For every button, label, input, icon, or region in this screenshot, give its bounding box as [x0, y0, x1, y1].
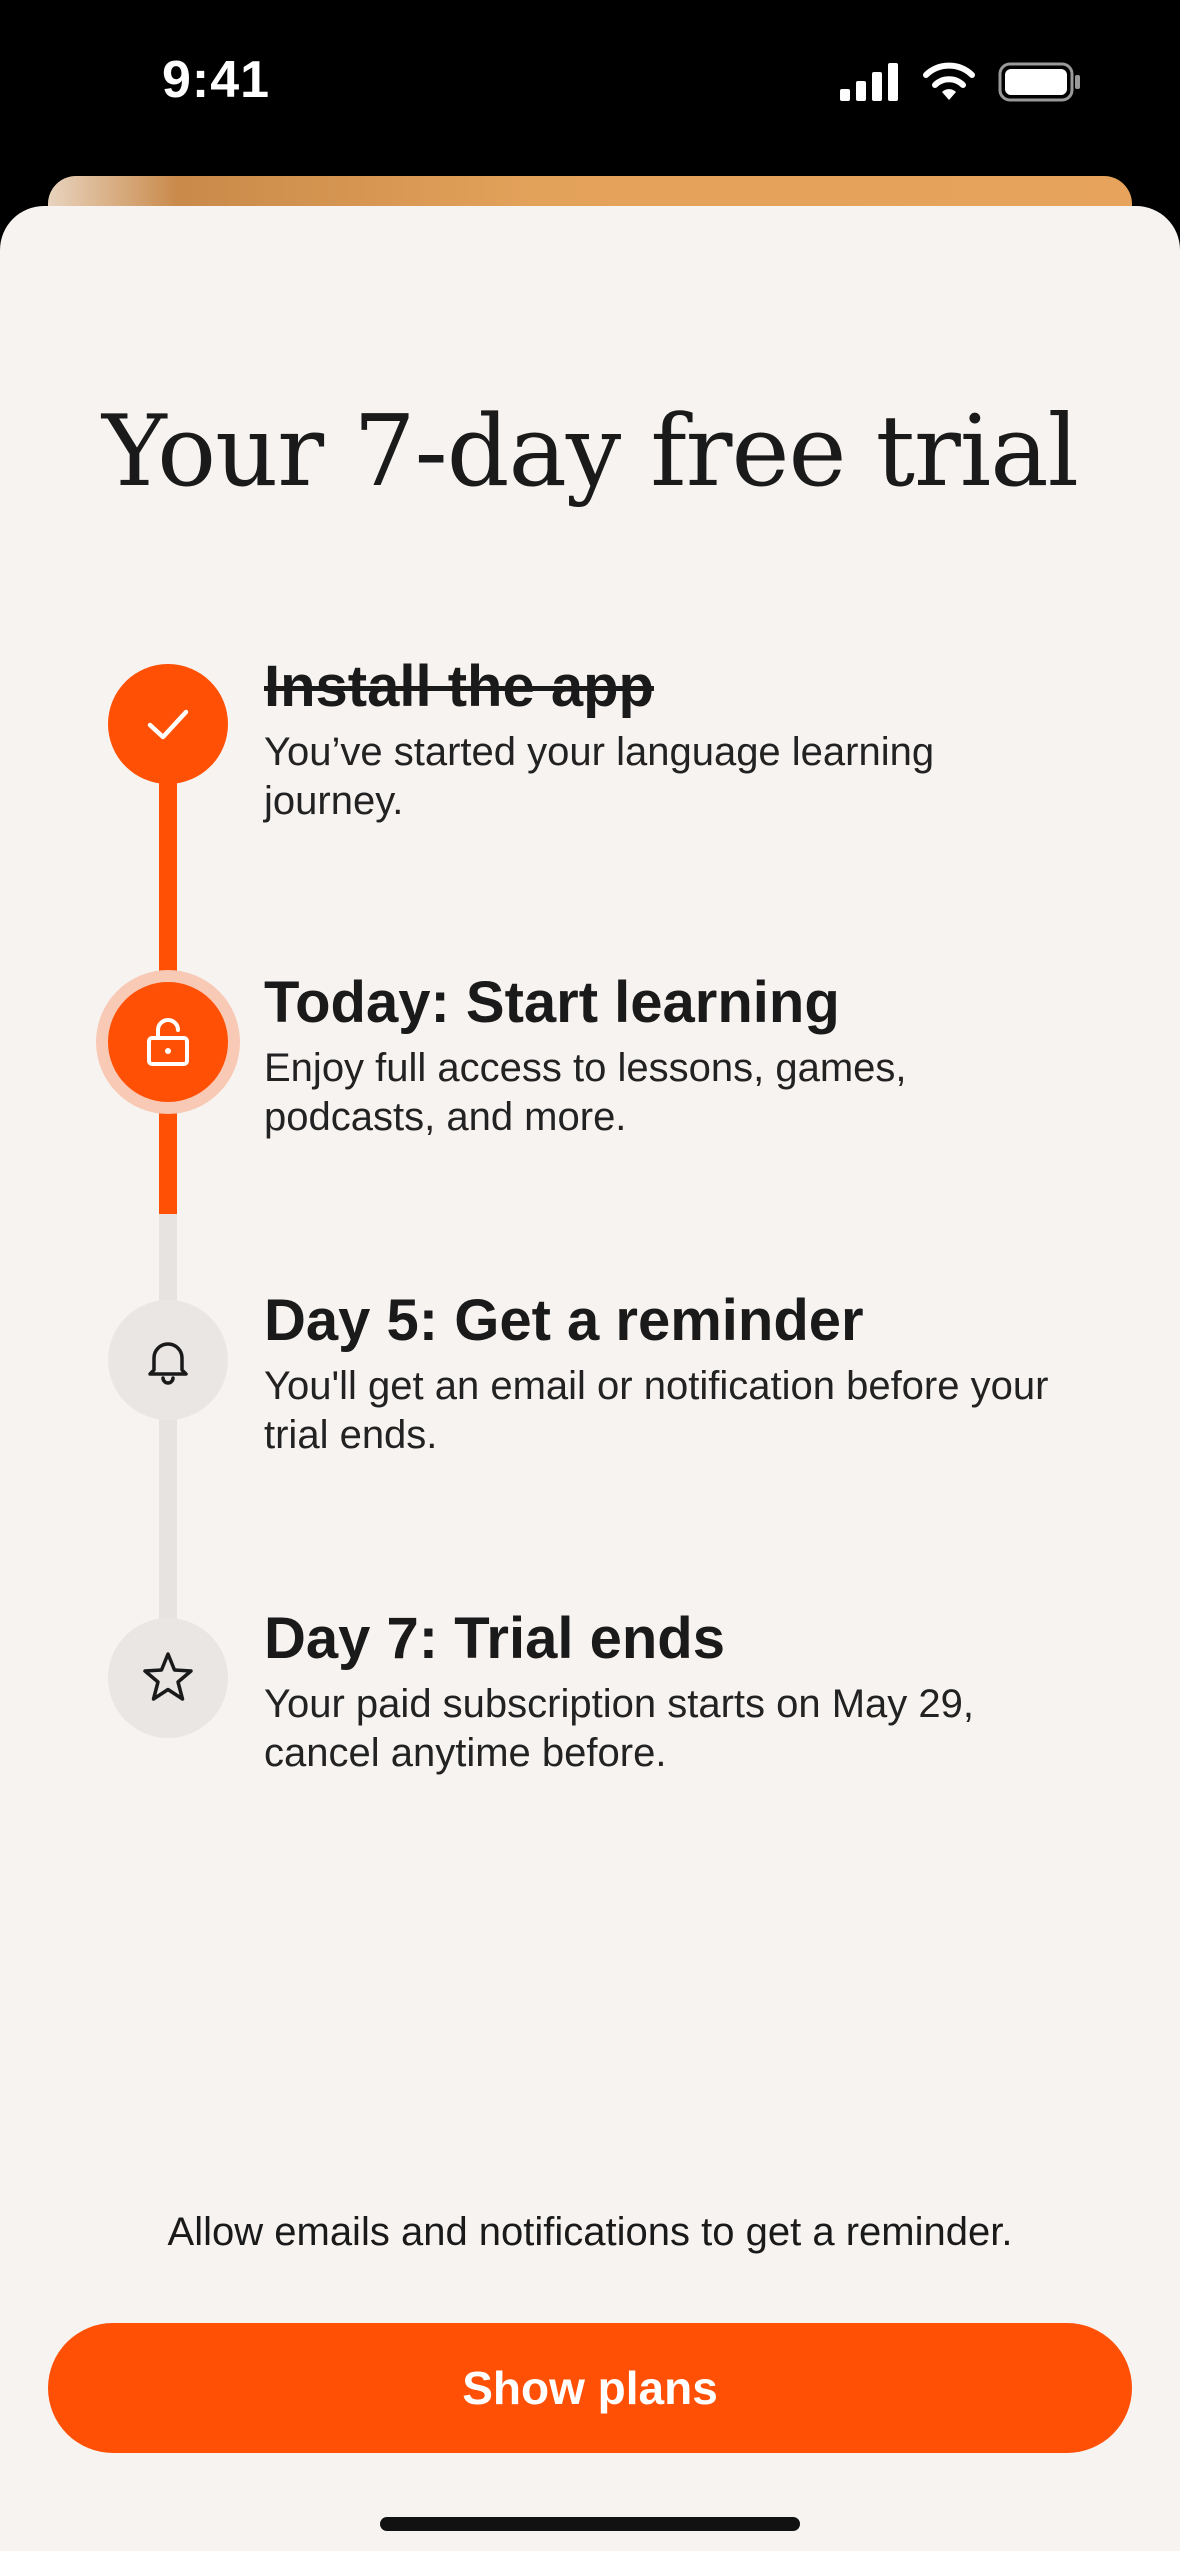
step-description: You'll get an email or notification befo…	[264, 1364, 1049, 1457]
step-description: Your paid subscription starts on May 29,…	[264, 1682, 975, 1775]
timeline-step-trial-ends: Day 7: Trial ends Your paid subscription…	[264, 1604, 1084, 1778]
star-icon	[143, 1652, 193, 1701]
battery-icon	[998, 62, 1080, 102]
bell-icon	[148, 1342, 188, 1385]
unlock-icon	[147, 1018, 189, 1066]
reminder-permission-note: Allow emails and notifications to get a …	[167, 2210, 1013, 2254]
show-plans-button[interactable]: Show plans	[48, 2323, 1132, 2453]
cellular-signal-icon	[840, 63, 898, 101]
step-current-marker	[108, 982, 228, 1102]
step-completed-marker	[108, 664, 228, 784]
step-title: Day 7: Trial ends	[264, 1606, 725, 1671]
timeline-step-install: Install the app You’ve started your lang…	[264, 652, 1084, 826]
step-title: Today: Start learning	[264, 970, 840, 1035]
timeline-progress-track	[159, 724, 177, 1214]
status-time: 9:41	[162, 51, 271, 109]
timeline-remaining-track	[159, 1214, 177, 1680]
step-description: You’ve started your language learning jo…	[264, 730, 935, 823]
status-bar: 9:41	[0, 0, 1180, 175]
step-description: Enjoy full access to lessons, games, pod…	[264, 1046, 907, 1139]
step-upcoming-marker	[108, 1300, 228, 1420]
step-title: Day 5: Get a reminder	[264, 1288, 864, 1353]
home-indicator[interactable]	[380, 2517, 800, 2531]
status-icons	[840, 62, 1082, 102]
wifi-icon	[923, 62, 975, 100]
checkmark-icon	[147, 709, 189, 740]
step-title: Install the app	[264, 654, 654, 719]
page-title: Your 7-day free trial	[101, 395, 1079, 509]
timeline-step-reminder: Day 5: Get a reminder You'll get an emai…	[264, 1286, 1084, 1460]
step-upcoming-marker	[108, 1618, 228, 1738]
timeline-step-start-learning: Today: Start learning Enjoy full access …	[264, 968, 1084, 1142]
